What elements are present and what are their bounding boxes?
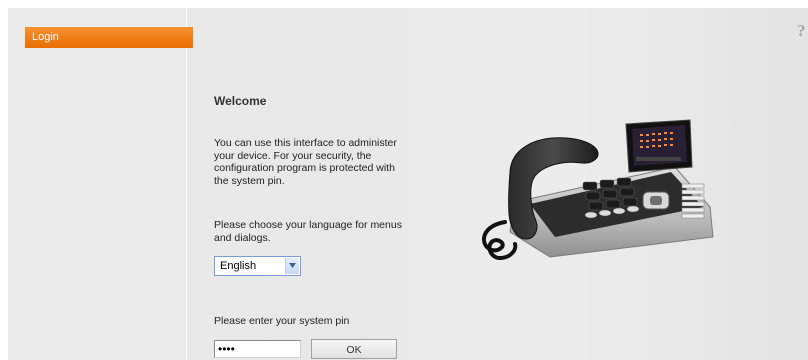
- system-pin-input[interactable]: [214, 340, 301, 358]
- page-title: Welcome: [214, 94, 267, 108]
- ok-button[interactable]: OK: [311, 339, 397, 359]
- sidebar: [8, 8, 187, 360]
- help-icon[interactable]: ?: [797, 22, 808, 40]
- sidebar-item-login[interactable]: Login: [25, 27, 193, 48]
- intro-line: configuration program is protected with: [214, 162, 395, 174]
- intro-line: the system pin.: [214, 174, 285, 187]
- intro-line: your device. For your security, the: [214, 149, 372, 162]
- desk-phone-image: [475, 112, 725, 262]
- sidebar-item-label: Login: [32, 31, 59, 43]
- intro-text: You can use this interface to administer…: [214, 137, 414, 187]
- intro-line: You can use this interface to administer: [214, 137, 397, 149]
- language-prompt-line: and dialogs.: [214, 231, 271, 244]
- pin-prompt: Please enter your system pin: [214, 315, 350, 327]
- chevron-down-icon[interactable]: [285, 258, 299, 274]
- language-prompt-line: Please choose your language for menus: [214, 219, 402, 231]
- language-select[interactable]: English: [214, 256, 301, 276]
- language-prompt: Please choose your language for menus an…: [214, 219, 419, 244]
- language-select-value: English: [220, 260, 257, 272]
